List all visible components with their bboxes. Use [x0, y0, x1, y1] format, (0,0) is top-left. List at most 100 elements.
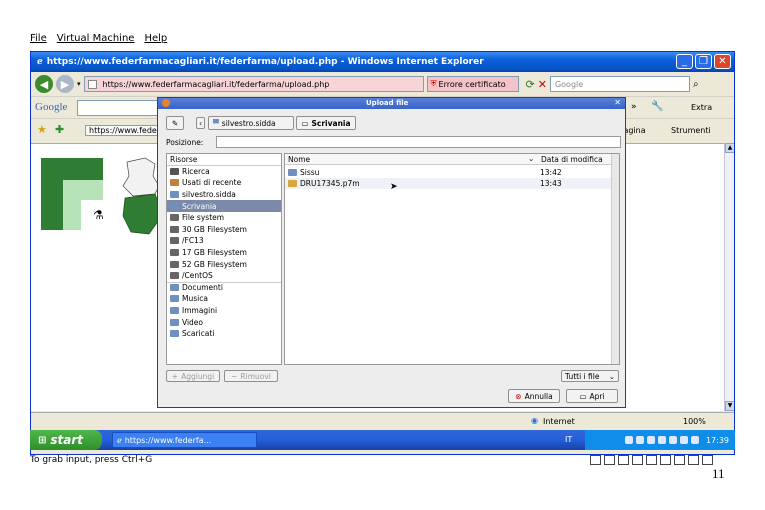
minimize-button[interactable]: _	[676, 54, 693, 69]
vm-device-icon[interactable]	[590, 455, 601, 465]
tray-icon[interactable]	[646, 436, 655, 444]
tray-icon[interactable]	[635, 436, 644, 444]
cancel-button[interactable]: ⊗ Annulla	[508, 389, 560, 403]
place-item[interactable]: Musica	[167, 293, 281, 305]
vm-device-icon[interactable]	[632, 455, 643, 465]
place-label: File system	[182, 213, 225, 223]
places-list: Ricerca Usati di recente silvestro.sidda Sc…	[167, 166, 281, 340]
favorites-tab[interactable]: https://www.fede...	[85, 125, 169, 136]
path-back-button[interactable]: ‹	[196, 117, 205, 129]
place-item[interactable]: Immagini	[167, 305, 281, 317]
tray-icon[interactable]	[679, 436, 688, 444]
stop-icon[interactable]: ✕	[538, 78, 547, 91]
taskbar-ie-item[interactable]: ℯ https://www.federfa...	[112, 432, 257, 448]
path-current-button[interactable]: ▭ Scrivania	[296, 116, 356, 130]
file-name: DRU17345.p7m	[300, 179, 360, 188]
location-input[interactable]	[216, 136, 621, 148]
address-bar[interactable]: https://www.federfarmacagliari.it/federf…	[83, 76, 424, 92]
mouse-cursor-icon: ➤	[390, 182, 398, 192]
path-parent-button[interactable]: ▀ silvestro.sidda	[208, 116, 294, 130]
dialog-close-icon[interactable]: ✕	[614, 98, 621, 107]
start-button[interactable]: ⊞ start	[30, 430, 102, 450]
forward-button[interactable]: ▶	[56, 75, 74, 93]
scroll-up-icon[interactable]: ▲	[725, 143, 734, 153]
vm-menu-virtual-machine[interactable]: Virtual Machine	[57, 33, 135, 47]
vm-device-icon[interactable]	[702, 455, 713, 465]
place-item[interactable]: silvestro.sidda	[167, 189, 281, 201]
tray-icon[interactable]	[668, 436, 677, 444]
file-type-filter[interactable]: Tutti i file ⌄	[561, 370, 619, 382]
place-item[interactable]: 52 GB Filesystem	[167, 258, 281, 270]
folder-icon	[170, 307, 179, 315]
place-label: 30 GB Filesystem	[182, 224, 247, 234]
column-date[interactable]: Data di modifica	[541, 155, 603, 164]
vm-device-icon[interactable]	[674, 455, 685, 465]
tray-icon[interactable]	[690, 436, 699, 444]
place-item[interactable]: Documenti	[167, 281, 281, 294]
file-list: Sissu 13:42 DRU17345.p7m 13:43	[285, 167, 611, 189]
type-location-button[interactable]: ✎	[166, 116, 184, 130]
window-controls: _ ❐ ✕	[676, 54, 731, 69]
back-button[interactable]: ◀	[35, 75, 53, 93]
vm-device-icon[interactable]	[660, 455, 671, 465]
location-label: Posizione:	[166, 138, 204, 147]
globe-icon: ◉	[531, 416, 538, 425]
place-item[interactable]: /FC13	[167, 235, 281, 247]
file-list-scrollbar[interactable]	[611, 154, 619, 364]
refresh-icon[interactable]: ⟳	[526, 78, 535, 91]
search-icon[interactable]: ⌕	[693, 79, 699, 90]
place-item[interactable]: 17 GB Filesystem	[167, 247, 281, 259]
vm-menu-bar: File Virtual Machine Help	[30, 33, 167, 47]
column-name[interactable]: Nome	[288, 155, 310, 164]
open-button[interactable]: ▭ Apri	[566, 389, 618, 403]
add-bookmark-button[interactable]: + Aggiungi	[166, 370, 220, 382]
cert-error-button[interactable]: ⛨ Errore certificato	[426, 76, 519, 92]
tray-icon[interactable]	[657, 436, 666, 444]
scroll-down-icon[interactable]: ▼	[725, 401, 734, 411]
extra-menu[interactable]: Extra	[691, 103, 712, 112]
vm-menu-file[interactable]: File	[30, 33, 47, 47]
file-row[interactable]: DRU17345.p7m 13:43	[285, 178, 611, 189]
place-item[interactable]: Video	[167, 316, 281, 328]
vm-device-icon[interactable]	[646, 455, 657, 465]
drive-icon	[170, 237, 179, 245]
place-item[interactable]: 30 GB Filesystem	[167, 224, 281, 236]
zoom-level[interactable]: 100%	[683, 417, 706, 426]
tools-menu[interactable]: Strumenti	[671, 126, 711, 135]
recent-icon	[170, 179, 179, 187]
place-label: /CentOS	[182, 271, 213, 281]
favorites-star-icon[interactable]: ★	[37, 123, 47, 136]
place-item[interactable]: /CentOS	[167, 270, 281, 282]
file-row[interactable]: Sissu 13:42	[285, 167, 611, 178]
vm-device-icon[interactable]	[618, 455, 629, 465]
place-item[interactable]: File system	[167, 212, 281, 224]
wrench-icon[interactable]: 🔧	[651, 101, 663, 112]
maximize-button[interactable]: ❐	[695, 54, 712, 69]
vm-menu-help[interactable]: Help	[144, 33, 167, 47]
clock: 17:39	[705, 435, 729, 445]
vm-device-icon[interactable]	[604, 455, 615, 465]
dropdown-arrow-icon[interactable]: ▾	[77, 80, 81, 88]
dialog-titlebar: Upload file ✕	[158, 98, 625, 109]
add-favorites-icon[interactable]: ✚	[55, 123, 64, 136]
ie-search-input[interactable]: Google	[549, 76, 690, 92]
language-indicator[interactable]: IT	[565, 435, 572, 444]
ie-icon: ℯ	[37, 57, 43, 67]
place-item[interactable]: Usati di recente	[167, 177, 281, 189]
desktop-icon: ▭	[301, 118, 309, 128]
place-item[interactable]: Ricerca	[167, 166, 281, 178]
chevron-right-icon[interactable]: »	[631, 102, 637, 112]
google-search-input[interactable]	[77, 100, 159, 116]
remove-bookmark-button[interactable]: − Rimuovi	[224, 370, 278, 382]
page-scrollbar[interactable]: ▲ ▼	[724, 143, 734, 411]
page-icon	[87, 80, 97, 89]
tray-icon[interactable]	[624, 436, 633, 444]
file-date: 13:43	[540, 179, 562, 188]
place-label: /FC13	[182, 236, 204, 246]
place-item[interactable]: Scrivania	[167, 200, 281, 212]
place-item[interactable]: Scaricati	[167, 328, 281, 340]
close-button[interactable]: ✕	[714, 54, 731, 69]
vm-device-icon[interactable]	[688, 455, 699, 465]
place-label: Ricerca	[182, 166, 210, 176]
dialog-title: Upload file	[366, 99, 409, 107]
